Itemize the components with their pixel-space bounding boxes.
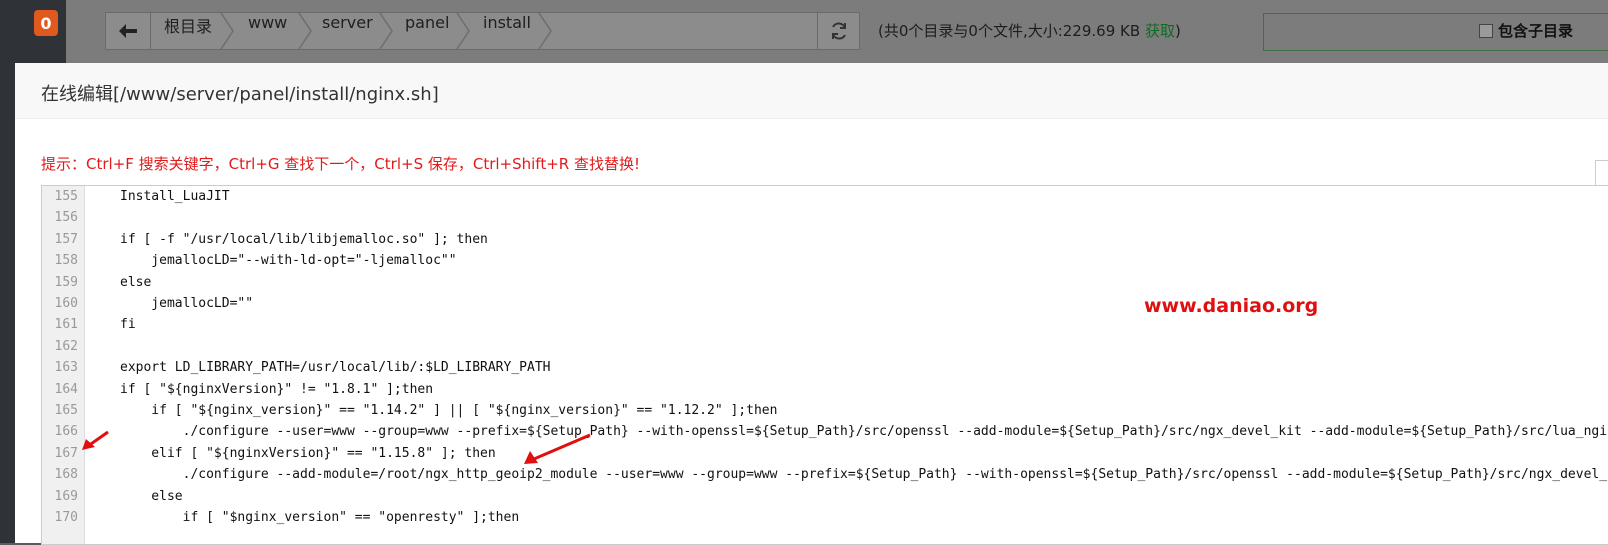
- breadcrumb-separator-icon: [456, 13, 470, 49]
- dialog-title: 在线编辑[/www/server/panel/install/nginx.sh]: [41, 84, 439, 105]
- code-line[interactable]: 169 else: [42, 486, 1608, 507]
- line-number: 157: [54, 231, 78, 247]
- shortcut-hint: 提示：Ctrl+F 搜索关键字，Ctrl+G 查找下一个，Ctrl+S 保存，C…: [41, 155, 640, 173]
- line-number: 167: [54, 445, 78, 461]
- red-arrow-icon: [82, 430, 109, 450]
- code-line[interactable]: 160 jemallocLD="": [42, 293, 1608, 314]
- line-number: 160: [54, 296, 78, 311]
- include-subdirectory-checkbox[interactable]: [1479, 24, 1493, 38]
- line-number: 165: [54, 403, 78, 418]
- line-number: 169: [54, 488, 78, 504]
- back-button[interactable]: [106, 13, 151, 49]
- breadcrumb-separator-icon: [220, 13, 234, 49]
- fetch-size-link[interactable]: 获取: [1145, 22, 1175, 40]
- code-line[interactable]: 162: [42, 336, 1608, 357]
- red-arrow-icon: [524, 433, 591, 464]
- code-text: Install_LuaJIT: [120, 189, 230, 204]
- line-number: 161: [54, 317, 78, 333]
- refresh-button[interactable]: [817, 12, 860, 50]
- breadcrumb-separator-icon: [298, 13, 312, 49]
- code-text: ./configure --add-module=/root/ngx_http_…: [120, 467, 1608, 483]
- code-line[interactable]: 168 ./configure --add-module=/root/ngx_h…: [42, 464, 1608, 485]
- code-text: ./configure --user=www --group=www --pre…: [120, 424, 1608, 440]
- code-text: if [ "${nginx_version}" == "1.14.2" ] ||…: [120, 403, 778, 418]
- breadcrumb-item-server[interactable]: server: [322, 13, 373, 49]
- code-text: if [ "$nginx_version" == "openresty" ];t…: [120, 510, 520, 525]
- line-number: 158: [54, 253, 78, 269]
- notification-badge[interactable]: 0: [34, 10, 58, 36]
- line-number: 164: [54, 381, 78, 397]
- breadcrumb-item-panel[interactable]: panel: [405, 13, 449, 49]
- code-line[interactable]: 167 elif [ "${nginxVersion}" == "1.15.8"…: [42, 443, 1608, 464]
- dialog-header: 在线编辑[/www/server/panel/install/nginx.sh]: [15, 63, 1608, 119]
- code-line[interactable]: 163 export LD_LIBRARY_PATH=/usr/local/lib…: [42, 357, 1608, 378]
- directory-summary-close: ): [1174, 22, 1181, 40]
- code-line[interactable]: 170 if [ "$nginx_version" == "openresty"…: [42, 507, 1608, 528]
- watermark-text: www.daniao.org: [1144, 295, 1319, 317]
- code-text: elif [ "${nginxVersion}" == "1.15.8" ]; …: [120, 445, 496, 461]
- code-line[interactable]: 161 fi: [42, 314, 1608, 335]
- breadcrumb-item-root[interactable]: 根目录: [164, 13, 212, 49]
- code-line[interactable]: 165 if [ "${nginx_version}" == "1.14.2" …: [42, 400, 1608, 421]
- code-line[interactable]: 164 if [ "${nginxVersion}" != "1.8.1" ];t…: [42, 379, 1608, 400]
- line-number: 163: [54, 360, 78, 376]
- code-line[interactable]: 157 if [ -f "/usr/local/lib/libjemalloc.s…: [42, 229, 1608, 250]
- code-text: export LD_LIBRARY_PATH=/usr/local/lib/:$…: [120, 360, 551, 376]
- code-text: jemallocLD="": [120, 296, 254, 311]
- code-text: else: [120, 274, 152, 290]
- code-line[interactable]: 166 ./configure --user=www --group=www -…: [42, 421, 1608, 442]
- code-line[interactable]: 155 Install_LuaJIT: [42, 186, 1608, 207]
- directory-summary: (共0个目录与0个文件,大小:229.69 KB 获取): [878, 20, 1181, 41]
- breadcrumb-item-install[interactable]: install: [483, 13, 531, 49]
- line-number: 162: [54, 338, 78, 354]
- code-editor[interactable]: 155 Install_LuaJIT 156 157 if [ -f "/usr/loc…: [41, 185, 1608, 545]
- code-line[interactable]: 158 jemallocLD="--with-ld-opt="-ljemallo…: [42, 250, 1608, 271]
- breadcrumb: 根目录 www server panel install: [105, 12, 819, 50]
- directory-size-text: (共0个目录与0个文件,大小:229.69 KB: [878, 22, 1141, 40]
- online-editor-dialog: 在线编辑[/www/server/panel/install/nginx.sh]…: [15, 63, 1608, 545]
- code-text: else: [120, 488, 183, 504]
- line-number: 159: [54, 274, 78, 290]
- refresh-icon: [831, 22, 846, 40]
- include-subdirectory-label: 包含子目录: [1498, 22, 1574, 40]
- line-number: 155: [54, 189, 78, 204]
- line-number: 168: [54, 467, 78, 483]
- breadcrumb-item-www[interactable]: www: [248, 13, 287, 49]
- breadcrumb-separator-icon: [379, 13, 393, 49]
- back-arrow-icon: [119, 24, 137, 38]
- code-text: fi: [120, 317, 136, 333]
- code-line[interactable]: 156: [42, 207, 1608, 228]
- dialog-side-button[interactable]: [1595, 160, 1608, 188]
- code-text: if [ "${nginxVersion}" != "1.8.1" ];then: [120, 381, 434, 397]
- line-number: 170: [54, 510, 78, 525]
- breadcrumb-separator-icon: [538, 13, 552, 49]
- code-text: jemallocLD="--with-ld-opt="-ljemalloc"": [120, 253, 457, 269]
- code-line[interactable]: 159 else: [42, 272, 1608, 293]
- code-text: if [ -f "/usr/local/lib/libjemalloc.so" …: [120, 231, 488, 247]
- line-number: 156: [54, 210, 78, 226]
- line-number: 166: [54, 424, 78, 440]
